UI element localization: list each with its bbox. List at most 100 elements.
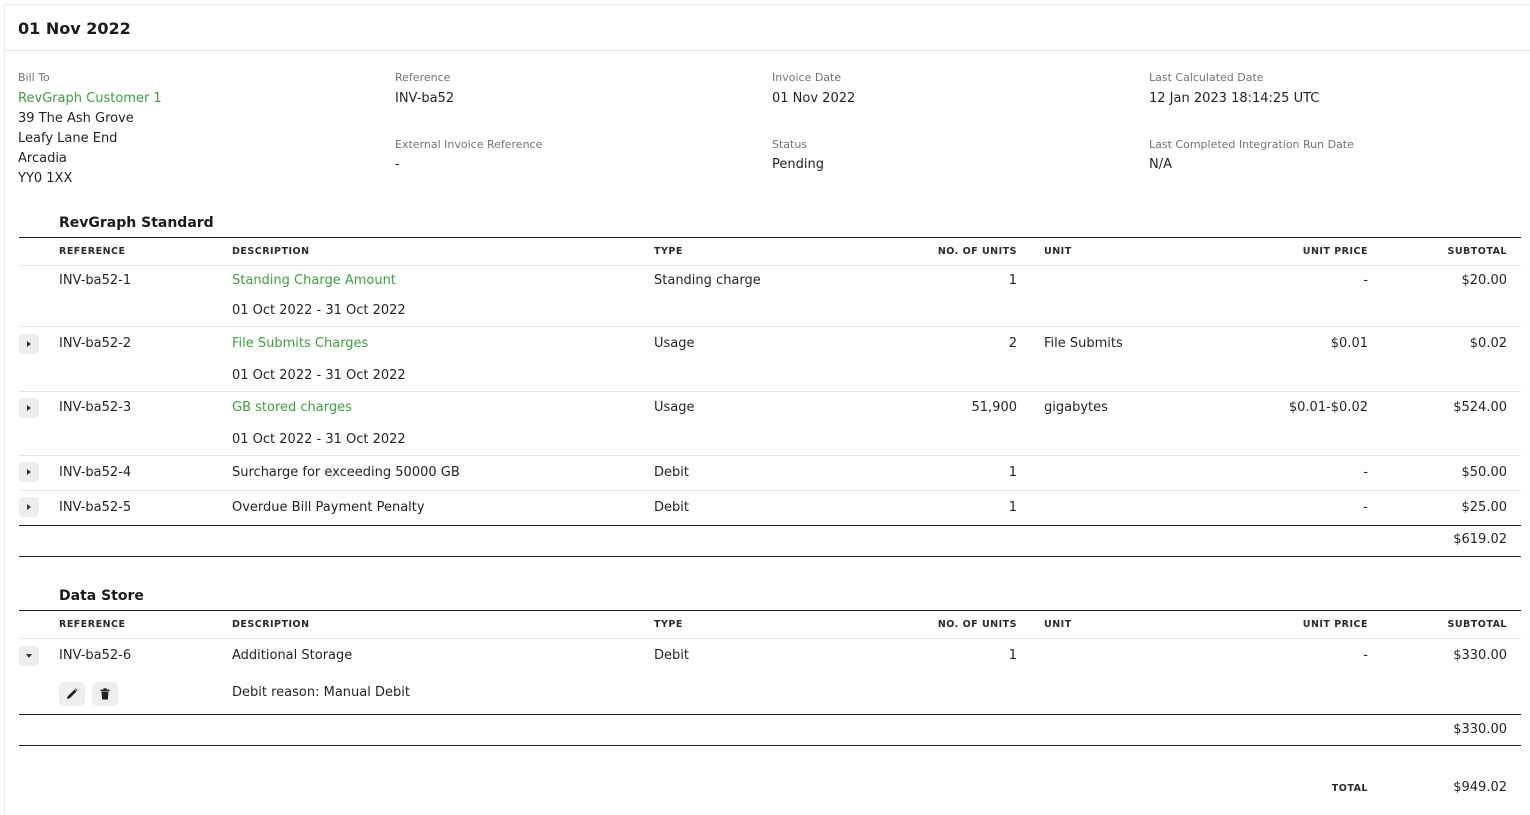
col-header-subtotal: SUBTOTAL — [1447, 619, 1507, 630]
customer-name-link[interactable]: RevGraph Customer 1 — [18, 89, 378, 109]
caret-right-icon — [27, 405, 31, 411]
row-reference: INV-ba52-6 — [59, 648, 132, 663]
grand-total: $949.02 — [1453, 780, 1507, 795]
row-type: Standing charge — [654, 273, 761, 288]
row-subtotal: $20.00 — [1461, 273, 1508, 288]
address-line-3: Arcadia — [18, 151, 67, 166]
row-unit-price: - — [1363, 465, 1368, 480]
row-units: 1 — [1008, 500, 1017, 515]
row-period: 01 Oct 2022 - 31 Oct 2022 — [232, 432, 406, 447]
row-units: 2 — [1008, 336, 1017, 351]
col-header-unit: UNIT — [1044, 246, 1072, 257]
col-header-unit-price: UNIT PRICE — [1302, 619, 1368, 630]
row-type: Usage — [654, 400, 695, 415]
caret-right-icon — [27, 469, 31, 475]
address-line-1: 39 The Ash Grove — [18, 111, 134, 126]
row-reference: INV-ba52-5 — [59, 500, 132, 515]
row-unit: gigabytes — [1044, 400, 1108, 415]
row-unit-price: $0.01-$0.02 — [1288, 400, 1368, 415]
last-integration-label: Last Completed Integration Run Date — [1149, 138, 1354, 151]
caret-down-icon — [26, 654, 32, 658]
section-top-rule — [19, 237, 1521, 238]
row-divider — [19, 326, 1521, 327]
col-header-reference: REFERENCE — [59, 246, 126, 257]
expand-row-button[interactable] — [19, 497, 39, 517]
row-period: 01 Oct 2022 - 31 Oct 2022 — [232, 303, 406, 318]
row-reference: INV-ba52-2 — [59, 336, 132, 351]
row-units: 1 — [1008, 273, 1017, 288]
trash-icon — [100, 688, 110, 700]
row-description: Additional Storage — [232, 648, 353, 663]
row-unit-price: - — [1363, 500, 1368, 515]
section-top-rule — [19, 610, 1521, 611]
row-detail: Debit reason: Manual Debit — [232, 685, 410, 700]
row-divider — [19, 391, 1521, 392]
section-bottom-rule — [19, 556, 1521, 557]
page-title: 01 Nov 2022 — [18, 19, 131, 38]
reference-block: Reference INV-ba52 External Invoice Refe… — [395, 71, 755, 175]
section-bottom-rule — [19, 745, 1521, 746]
row-type: Debit — [654, 500, 689, 515]
col-header-units: NO. OF UNITS — [937, 619, 1017, 630]
expand-row-button[interactable] — [19, 398, 39, 418]
row-type: Debit — [654, 648, 689, 663]
section-total-rule — [19, 525, 1521, 526]
edit-button[interactable] — [59, 682, 85, 706]
row-type: Debit — [654, 465, 689, 480]
row-unit-price: - — [1363, 273, 1368, 288]
address-line-4: YY0 1XX — [18, 171, 73, 186]
row-units: 1 — [1008, 465, 1017, 480]
row-divider — [19, 490, 1521, 491]
col-header-unit: UNIT — [1044, 619, 1072, 630]
caret-right-icon — [27, 504, 31, 510]
total-label: TOTAL — [1331, 783, 1368, 794]
expand-row-button[interactable] — [19, 462, 39, 482]
row-reference: INV-ba52-4 — [59, 465, 132, 480]
row-unit-price: - — [1363, 648, 1368, 663]
last-calc-value: 12 Jan 2023 18:14:25 UTC — [1149, 91, 1320, 106]
section-title-data-store: Data Store — [59, 588, 144, 604]
last-calc-label: Last Calculated Date — [1149, 71, 1264, 84]
section-total: $619.02 — [1453, 532, 1507, 547]
section-total-rule — [19, 714, 1521, 715]
section-total: $330.00 — [1453, 722, 1507, 737]
row-subtotal: $0.02 — [1469, 336, 1507, 351]
row-subtotal: $524.00 — [1453, 400, 1507, 415]
header-row-divider — [19, 638, 1521, 639]
status-label: Status — [772, 138, 808, 151]
row-period: 01 Oct 2022 - 31 Oct 2022 — [232, 368, 406, 383]
col-header-unit-price: UNIT PRICE — [1302, 246, 1368, 257]
col-header-reference: REFERENCE — [59, 619, 126, 630]
row-unit: File Submits — [1044, 336, 1123, 351]
row-description-link[interactable]: GB stored charges — [232, 400, 352, 415]
bill-to-label: Bill To — [18, 71, 50, 84]
invoice-page: 01 Nov 2022 Bill To RevGraph Customer 1 … — [4, 4, 1530, 815]
calc-date-block: Last Calculated Date 12 Jan 2023 18:14:2… — [1149, 71, 1509, 175]
last-integration-value: N/A — [1149, 157, 1172, 172]
row-reference: INV-ba52-1 — [59, 273, 132, 288]
row-description-link[interactable]: Standing Charge Amount — [232, 273, 396, 288]
col-header-type: TYPE — [654, 246, 683, 257]
row-description-link[interactable]: File Submits Charges — [232, 336, 368, 351]
col-header-description: DESCRIPTION — [232, 619, 310, 630]
row-subtotal: $330.00 — [1453, 648, 1507, 663]
row-description: Surcharge for exceeding 50000 GB — [232, 465, 460, 480]
external-ref-value: - — [395, 157, 400, 172]
delete-button[interactable] — [92, 682, 118, 706]
invoice-date-value: 01 Nov 2022 — [772, 91, 856, 106]
col-header-description: DESCRIPTION — [232, 246, 310, 257]
row-reference: INV-ba52-3 — [59, 400, 132, 415]
row-unit-price: $0.01 — [1330, 336, 1368, 351]
row-description: Overdue Bill Payment Penalty — [232, 500, 425, 515]
row-units: 1 — [1008, 648, 1017, 663]
col-header-subtotal: SUBTOTAL — [1447, 246, 1507, 257]
header-divider — [5, 50, 1530, 51]
expand-row-button[interactable] — [19, 334, 39, 354]
row-subtotal: $50.00 — [1461, 465, 1508, 480]
reference-value: INV-ba52 — [395, 91, 455, 106]
invoice-date-label: Invoice Date — [772, 71, 842, 84]
status-value: Pending — [772, 157, 824, 172]
collapse-row-button[interactable] — [19, 646, 39, 666]
row-divider — [19, 455, 1521, 456]
address-line-2: Leafy Lane End — [18, 131, 118, 146]
